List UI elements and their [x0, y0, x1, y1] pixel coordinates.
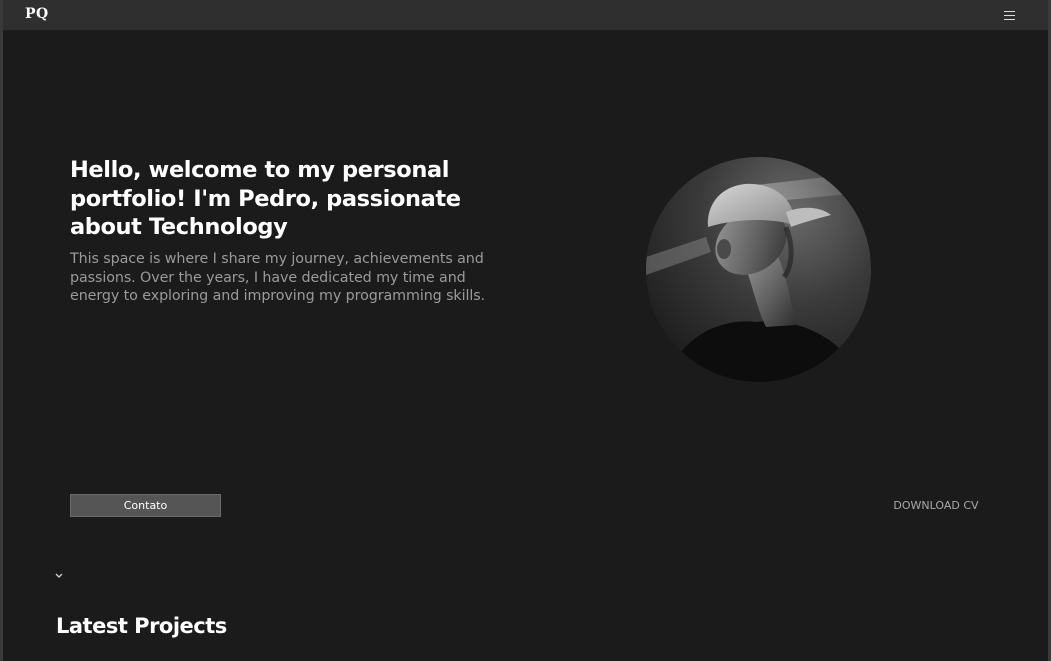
contact-button[interactable]: Contato [70, 494, 221, 517]
profile-photo-image [646, 157, 871, 382]
profile-photo [646, 157, 871, 382]
chevron-down-icon[interactable] [53, 566, 65, 578]
hamburger-menu-icon[interactable] [1001, 8, 1019, 23]
navbar: PQ [3, 0, 1048, 31]
menu-line [1004, 11, 1015, 12]
site-logo[interactable]: PQ [25, 6, 49, 22]
page: PQ Hello, welcome to my personal portfol… [3, 0, 1048, 661]
download-cv-button[interactable]: DOWNLOAD CV [873, 498, 999, 514]
menu-line [1004, 15, 1015, 16]
section-title: Latest Projects [56, 614, 227, 638]
hero-title: Hello, welcome to my personal portfolio!… [70, 157, 461, 240]
hero-description: This space is where I share my journey, … [70, 251, 486, 305]
menu-line [1004, 19, 1015, 20]
